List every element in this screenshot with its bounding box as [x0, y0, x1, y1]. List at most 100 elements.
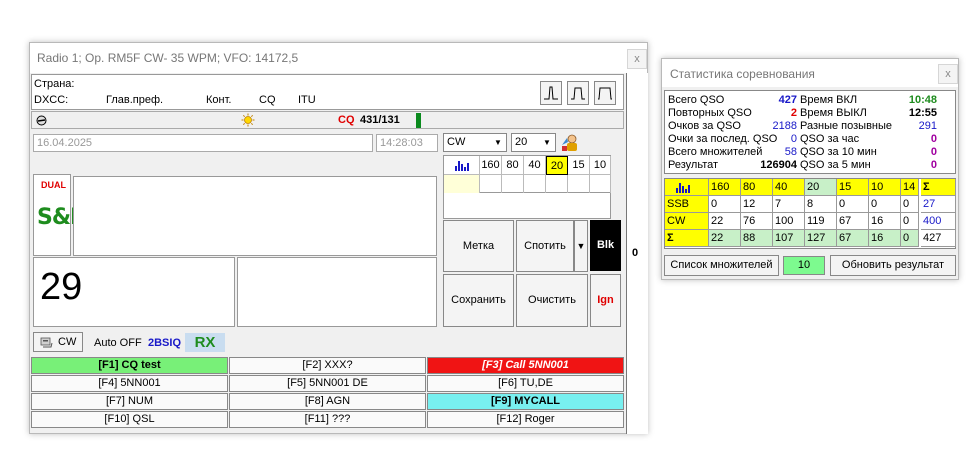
stats-cell: 0: [709, 196, 741, 213]
stats-cell: 0: [901, 230, 919, 247]
stats-band-header: 15: [837, 179, 869, 196]
band-80[interactable]: 80: [502, 156, 524, 175]
stats-row-total: 27: [921, 196, 956, 213]
filter-medium-button[interactable]: [567, 81, 589, 105]
time-field[interactable]: 14:28:03: [376, 134, 438, 152]
fkey-f7[interactable]: [F7] NUM: [31, 393, 228, 410]
fkey-f10[interactable]: [F10] QSL: [31, 411, 228, 428]
stats-cell: 7: [773, 196, 805, 213]
time-on-label: Время ВКЛ: [800, 94, 858, 106]
fkey-f9[interactable]: [F9] MYCALL: [427, 393, 624, 410]
stats-band-header: 160: [709, 179, 741, 196]
spot-dropdown-button[interactable]: ▼: [574, 220, 588, 272]
band-info-area: [443, 193, 611, 219]
mode-select-value: CW: [447, 136, 466, 148]
band-15[interactable]: 15: [568, 156, 590, 175]
country-label: Страна:: [34, 78, 75, 90]
time-off-label: Время ВЫКЛ: [800, 107, 867, 119]
2bsiq-label[interactable]: 2BSIQ: [148, 337, 181, 349]
time-off-value: 12:55: [908, 107, 937, 119]
band-select-value: 20: [515, 136, 528, 148]
stats-cell: 67: [837, 213, 869, 230]
ign-button[interactable]: Ign: [590, 274, 621, 327]
status-row: CQ 431/131: [31, 111, 624, 129]
fkey-f2[interactable]: [F2] XXX?: [229, 357, 426, 374]
stats-title: Статистика соревнования: [670, 67, 815, 81]
stats-cell: 0: [901, 196, 919, 213]
band-row-cell: [502, 175, 524, 194]
blk-button[interactable]: Blk: [590, 220, 621, 271]
cw-mode-label: CW: [58, 336, 77, 348]
fkey-f8[interactable]: [F8] AGN: [229, 393, 426, 410]
save-button[interactable]: Сохранить: [443, 274, 514, 327]
stats-total-header: Σ: [921, 179, 956, 196]
stats-mode-label: SSB: [665, 196, 709, 213]
band-10[interactable]: 10: [590, 156, 611, 175]
total-qso-label: Всего QSO: [668, 94, 725, 106]
operator-icon: [562, 134, 577, 151]
fkey-f6[interactable]: [F6] TU,DE: [427, 375, 624, 392]
exchange-field[interactable]: [237, 257, 437, 327]
band-40[interactable]: 40: [524, 156, 546, 175]
fkey-f1[interactable]: [F1] CQ test: [31, 357, 228, 374]
serial-number-field[interactable]: 29: [33, 257, 235, 327]
fkey-f12[interactable]: [F12] Roger: [427, 411, 624, 428]
fkey-f5[interactable]: [F5] 5NN001 DE: [229, 375, 426, 392]
auto-off-label[interactable]: Auto OFF: [94, 337, 142, 349]
stats-close-button[interactable]: x: [938, 64, 958, 84]
radio-title-bar[interactable]: Radio 1; Op. RM5F CW- 35 WPM; VFO: 14172…: [30, 43, 647, 73]
radio-window: Radio 1; Op. RM5F CW- 35 WPM; VFO: 14172…: [29, 42, 648, 434]
stats-band-header: 10: [869, 179, 901, 196]
band-row-cell: [524, 175, 546, 194]
filter-wide-button[interactable]: [594, 81, 616, 105]
stats-mode-label: Σ: [665, 230, 709, 247]
band-select[interactable]: 20 ▼: [511, 133, 556, 152]
fkey-f3[interactable]: [F3] Call 5NN001: [427, 357, 624, 374]
time-on-value: 10:48: [908, 94, 937, 106]
radio-close-button[interactable]: x: [627, 49, 647, 69]
band-row-cell: [480, 175, 502, 194]
band-160[interactable]: 160: [480, 156, 502, 175]
clear-button[interactable]: Очистить: [516, 274, 588, 327]
radio-title: Radio 1; Op. RM5F CW- 35 WPM; VFO: 14172…: [37, 51, 299, 65]
fkey-f4[interactable]: [F4] 5NN001: [31, 375, 228, 392]
band-20-active[interactable]: 20: [546, 156, 568, 175]
chevron-down-icon: ▼: [543, 138, 551, 147]
stats-mode-label: CW: [665, 213, 709, 230]
stats-title-bar[interactable]: Статистика соревнования x: [662, 59, 958, 87]
stats-row-total: 427: [921, 230, 956, 247]
stats-cell: 119: [805, 213, 837, 230]
sp-mode-button[interactable]: DUAL S&P: [33, 174, 86, 256]
cw-mode-button[interactable]: CW: [33, 332, 83, 352]
date-field[interactable]: 16.04.2025: [33, 134, 373, 152]
stats-window: Статистика соревнования x Всего QSO 427 …: [661, 58, 959, 280]
total-qso-value: 427: [778, 94, 797, 106]
stats-chart-header: [665, 179, 709, 196]
band-row-cell: [546, 175, 568, 194]
qso-5min-label: QSO за 5 мин: [800, 159, 871, 171]
serial-number-value: 29: [40, 266, 83, 308]
band-grid: 160 80 40 20 15 10: [443, 155, 611, 194]
update-result-button[interactable]: Обновить результат: [830, 255, 956, 276]
itu-zone-label: ITU: [298, 94, 316, 106]
unique-calls-value: 291: [918, 120, 937, 132]
dupe-qso-value: 2: [790, 107, 797, 119]
mode-select[interactable]: CW ▼: [443, 133, 507, 152]
mark-button[interactable]: Метка: [443, 220, 514, 272]
operator-button[interactable]: [560, 132, 580, 152]
right-strip: 0: [626, 73, 648, 434]
sun-icon: [241, 113, 255, 127]
stats-cell: 22: [709, 213, 741, 230]
fkey-f11[interactable]: [F11] ???: [229, 411, 426, 428]
spot-button[interactable]: Спотить: [516, 220, 574, 272]
stats-cell: 0: [837, 196, 869, 213]
stats-cell: 22: [709, 230, 741, 247]
band-chart-button[interactable]: [444, 156, 480, 175]
callsign-input[interactable]: [73, 176, 437, 256]
right-zero-value: 0: [632, 247, 639, 259]
rx-indicator[interactable]: RX: [185, 333, 225, 352]
cq-zone-label: CQ: [259, 94, 276, 106]
stats-row-total: 400: [921, 213, 956, 230]
multiplier-list-button[interactable]: Список множителей: [664, 255, 779, 276]
filter-narrow-button[interactable]: [540, 81, 562, 105]
